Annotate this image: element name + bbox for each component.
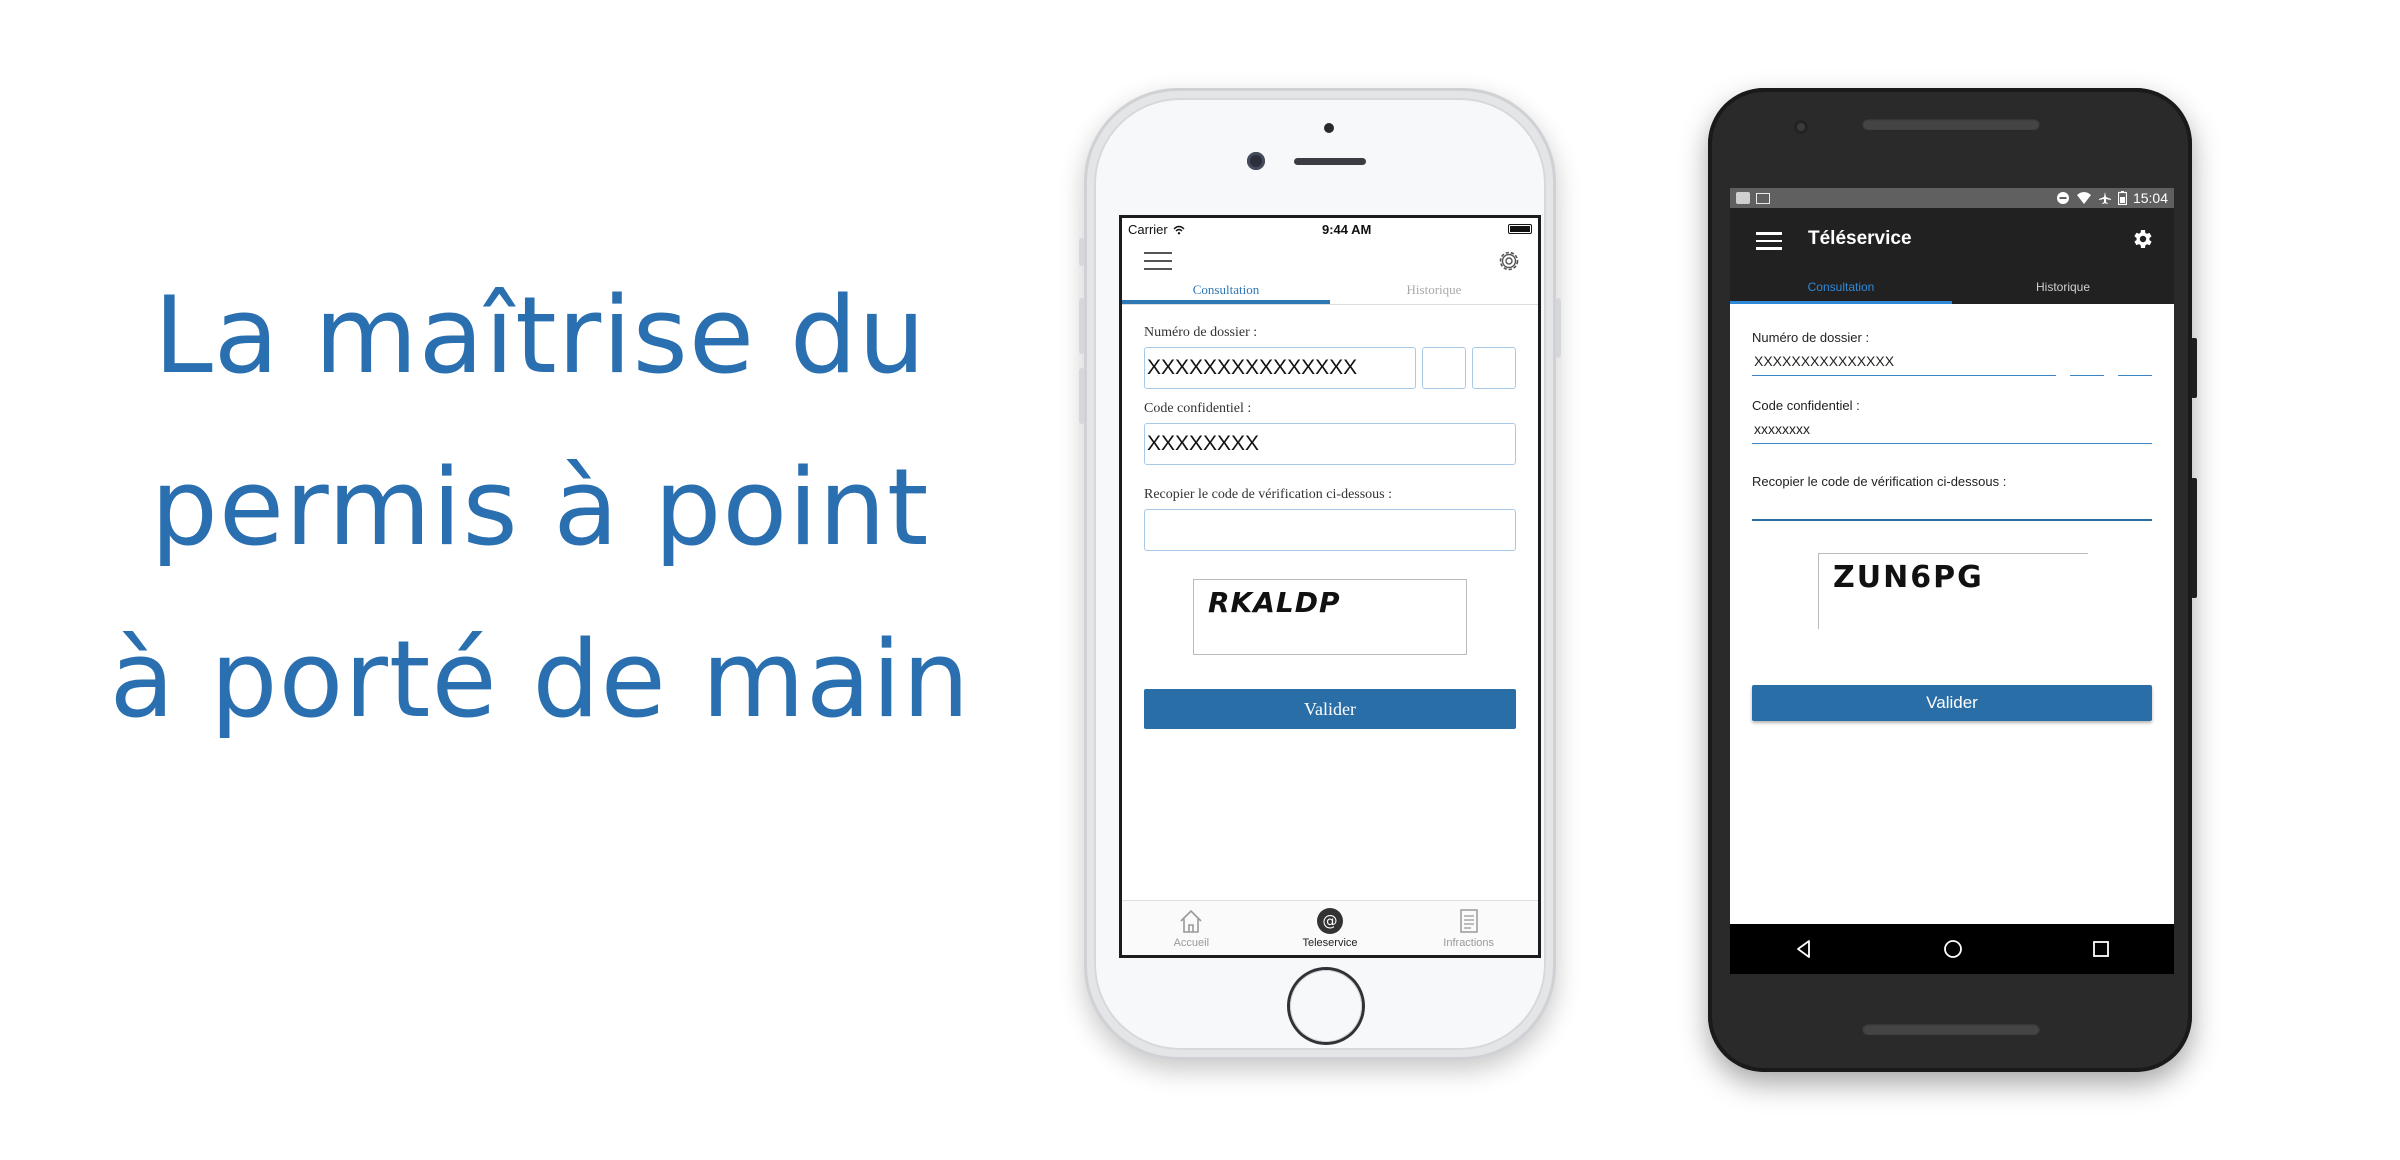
tagline: La maîtrise du permis à point à porté de…: [80, 250, 1000, 766]
android-mockup: 15:04 Téléservice Consultation Historiqu…: [1708, 88, 2197, 1072]
tagline-line-3: à porté de main: [109, 618, 971, 741]
dossier-row: XXXXXXXXXXXXXXX: [1752, 353, 2152, 398]
code-label: Code confidentiel :: [1752, 398, 1860, 413]
dossier-number-field[interactable]: XXXXXXXXXXXXXXX: [1752, 353, 2056, 376]
app-bar: Téléservice: [1730, 208, 2174, 274]
notification-icon: [1736, 192, 1750, 204]
status-left-icons: [1736, 192, 1770, 204]
captcha-image: ZUN6PG: [1818, 553, 2088, 629]
tabbar-item-accueil[interactable]: Accueil: [1122, 901, 1261, 955]
android-top-speaker: [1862, 118, 2040, 130]
tagline-line-2: permis à point: [150, 446, 930, 569]
consultation-form: Numéro de dossier : XXXXXXXXXXXXXXX Code…: [1122, 305, 1538, 729]
mute-switch: [1079, 238, 1084, 266]
recents-icon[interactable]: [2092, 940, 2110, 958]
home-icon[interactable]: [1943, 939, 1963, 959]
tabbar-item-teleservice[interactable]: @ Teleservice: [1261, 901, 1400, 955]
back-icon[interactable]: [1794, 939, 1814, 959]
status-right-icons: 15:04: [2056, 190, 2168, 206]
verif-label: Recopier le code de vérification ci-dess…: [1144, 487, 1393, 502]
wifi-icon: [1173, 225, 1185, 235]
carrier-label: Carrier: [1128, 222, 1185, 237]
dossier-suffix-field-2[interactable]: [2118, 353, 2152, 376]
proximity-sensor: [1324, 123, 1334, 133]
verification-code-field[interactable]: [1752, 497, 2152, 521]
svg-text:@: @: [1323, 912, 1338, 930]
tab-bar-bottom: Accueil @ Teleservice Infractions: [1122, 900, 1538, 955]
dossier-suffix-field-2[interactable]: [1472, 347, 1516, 389]
dossier-row: XXXXXXXXXXXXXXX: [1144, 347, 1516, 389]
volume-down-button: [1079, 368, 1084, 424]
dossier-number-field[interactable]: XXXXXXXXXXXXXXX: [1144, 347, 1416, 389]
settings-icon[interactable]: [2130, 227, 2154, 251]
dossier-suffix-field-1[interactable]: [2070, 353, 2104, 376]
nav-bar: [1122, 240, 1538, 282]
tabbar-item-infractions[interactable]: Infractions: [1399, 901, 1538, 955]
menu-icon[interactable]: [1144, 252, 1172, 272]
power-button: [1556, 298, 1561, 358]
tab-historique[interactable]: Historique: [1952, 274, 2174, 304]
earpiece-speaker: [1294, 158, 1366, 165]
battery-icon: [2117, 191, 2127, 205]
iphone-mockup: Carrier 9:44 AM Consultation Historique …: [1079, 88, 1561, 1060]
valider-button[interactable]: Valider: [1752, 685, 2152, 721]
home-icon: [1180, 909, 1202, 933]
android-nav-bar: [1730, 924, 2174, 974]
volume-up-button: [1079, 298, 1084, 354]
android-volume-button: [2191, 478, 2197, 598]
valider-button[interactable]: Valider: [1144, 689, 1516, 729]
dossier-suffix-field-1[interactable]: [1422, 347, 1466, 389]
status-time: 9:44 AM: [1321, 221, 1372, 237]
tagline-line-1: La maîtrise du: [153, 274, 927, 397]
code-label: Code confidentiel :: [1144, 401, 1252, 416]
verification-code-field[interactable]: [1144, 509, 1516, 551]
tab-historique[interactable]: Historique: [1330, 282, 1538, 304]
do-not-disturb-icon: [2056, 192, 2069, 204]
tabbar-label-accueil: Accueil: [1173, 937, 1210, 949]
dossier-label: Numéro de dossier :: [1752, 330, 1870, 345]
status-bar: Carrier 9:44 AM: [1122, 218, 1538, 240]
tabbar-label-teleservice: Teleservice: [1302, 937, 1358, 949]
android-status-bar: 15:04: [1730, 188, 2174, 208]
gear-icon[interactable]: [1496, 248, 1522, 274]
iphone-screen: Carrier 9:44 AM Consultation Historique …: [1119, 215, 1541, 958]
android-tabs: Consultation Historique: [1730, 274, 2174, 304]
airplane-icon: [2098, 192, 2111, 204]
front-camera: [1247, 152, 1265, 170]
code-confidentiel-field[interactable]: XXXXXXXX: [1144, 423, 1516, 465]
iphone-bezel: Carrier 9:44 AM Consultation Historique …: [1094, 98, 1546, 1050]
tab-bar-top: Consultation Historique: [1122, 282, 1538, 305]
wifi-icon: [2076, 192, 2091, 204]
dossier-label: Numéro de dossier :: [1144, 325, 1258, 340]
app-title: Téléservice: [1808, 228, 1912, 249]
menu-icon[interactable]: [1756, 232, 1782, 250]
verif-label: Recopier le code de vérification ci-dess…: [1752, 474, 2007, 489]
tabbar-label-infractions: Infractions: [1443, 937, 1495, 949]
battery-icon: [1507, 224, 1532, 234]
image-icon: [1756, 192, 1770, 204]
captcha-image: RKALDP: [1193, 579, 1467, 655]
android-front-camera: [1794, 120, 1808, 134]
at-icon: @: [1317, 908, 1343, 934]
android-screen: 15:04 Téléservice Consultation Historiqu…: [1730, 188, 2174, 974]
consultation-form: Numéro de dossier : XXXXXXXXXXXXXXX Code…: [1730, 304, 2174, 721]
tab-consultation[interactable]: Consultation: [1730, 274, 1952, 304]
document-icon: [1459, 909, 1478, 933]
tab-consultation[interactable]: Consultation: [1122, 282, 1330, 304]
android-bottom-speaker: [1862, 1023, 2040, 1035]
status-time: 15:04: [2132, 190, 2168, 206]
home-button[interactable]: [1290, 970, 1362, 1042]
code-confidentiel-field[interactable]: xxxxxxxx: [1752, 421, 2152, 444]
android-power-button: [2191, 338, 2197, 398]
